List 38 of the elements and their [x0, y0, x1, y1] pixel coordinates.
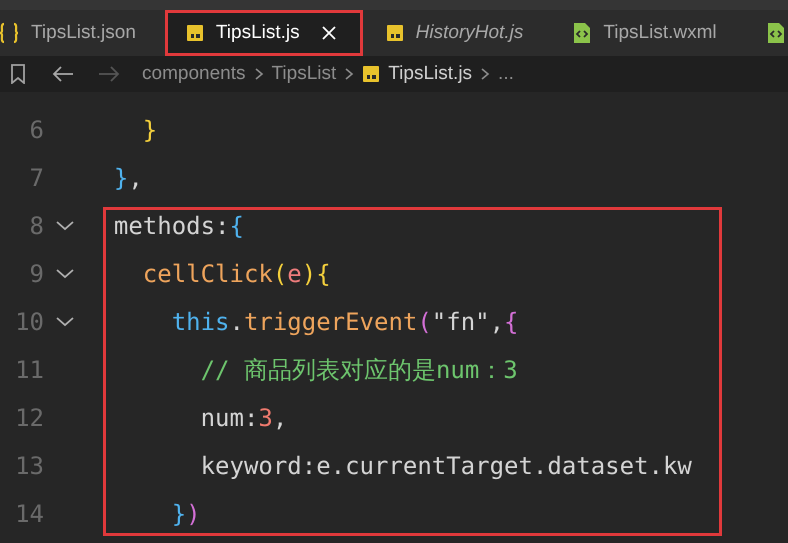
code-line: } [142, 116, 158, 144]
line-number: 13 [14, 452, 44, 480]
code-line: this.triggerEvent("fn",{ [170, 308, 518, 336]
code-file-icon [573, 22, 592, 44]
line-number: 10 [14, 308, 44, 336]
code-line: cellClick(e){ [142, 260, 331, 288]
code-line: num:3, [200, 404, 288, 432]
chevron-icon [344, 67, 354, 81]
js-file-icon [186, 24, 204, 42]
chevron-down-icon[interactable] [56, 269, 74, 279]
line-number: 8 [28, 212, 44, 240]
editor-tab[interactable]: TipsList.js [164, 10, 363, 56]
line-number: 11 [14, 356, 44, 384]
chevron-icon [480, 67, 490, 81]
line-number: 7 [28, 164, 44, 192]
breadcrumb-item[interactable]: TipsList.js [388, 63, 472, 85]
breadcrumb-item[interactable]: TipsList [272, 63, 336, 85]
js-file-icon [362, 65, 380, 83]
code-line: methods:{ [112, 212, 244, 240]
line-number: 9 [28, 260, 44, 288]
close-icon[interactable] [322, 26, 336, 40]
braces-icon [0, 22, 19, 44]
code-line: }) [170, 500, 201, 528]
back-arrow-icon[interactable] [52, 66, 74, 82]
code-line: }, [112, 164, 143, 192]
chevron-icon [254, 67, 264, 81]
line-number: 12 [14, 404, 44, 432]
code-file-icon [766, 22, 785, 44]
chevron-down-icon[interactable] [56, 317, 74, 327]
code-line: keyword:e.currentTarget.dataset.kw [200, 452, 692, 480]
bookmark-icon[interactable] [10, 64, 26, 84]
breadcrumb-item[interactable]: ... [498, 63, 514, 85]
code-line: // 商品列表对应的是num：3 [200, 355, 518, 386]
breadcrumb-item[interactable]: components [142, 63, 246, 85]
js-file-icon [386, 24, 404, 42]
chevron-down-icon[interactable] [56, 221, 74, 231]
line-number: 14 [14, 500, 44, 528]
line-number: 6 [28, 116, 44, 144]
